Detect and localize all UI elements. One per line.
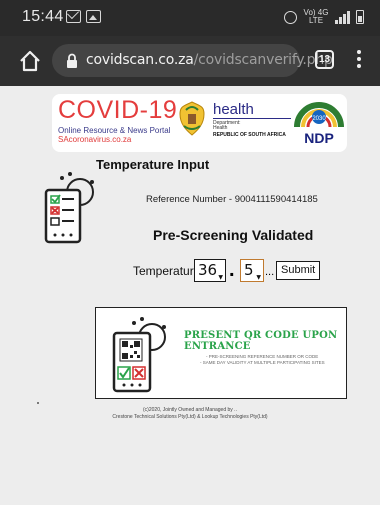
alarm-icon [284,10,297,24]
footer-copyright: (c)2020, Jointly Owned and Managed by .. [143,407,237,413]
covid-title: COVID-19 [58,96,178,124]
checklist-phone-icon [44,172,94,244]
covid-subtitle: Online Resource & News Portal [58,126,171,135]
home-icon[interactable] [18,49,42,73]
header-banner: COVID-19 Online Resource & News Portal S… [52,94,347,152]
qr-instruction-2: - SAME DAY VALIDITY AT MULTIPLE PARTICIP… [200,360,325,365]
coat-of-arms-icon [179,101,205,136]
url-host: covidscan.co.za [86,52,194,68]
submit-button[interactable]: Submit [276,261,321,280]
section-title: Temperature Input [96,157,210,172]
decimal-point: . [229,259,235,281]
stray-dot [37,402,39,404]
health-dept-line2: Health [213,125,228,131]
qr-notice-box: PRESENT QR CODE UPON ENTRANCE - PRE-SCRE… [95,307,347,399]
qr-heading: PRESENT QR CODE UPON ENTRANCE [184,330,338,352]
qr-phone-icon [112,317,166,393]
status-time: 15:44 [22,8,64,25]
ndp-logo-icon: 2030 NDP [294,102,344,146]
status-heading: Pre-Screening Validated [153,227,314,243]
notification-icons [66,10,101,23]
temperature-decimal-select[interactable]: 5 ▼ [240,259,264,282]
battery-icon [356,10,364,24]
health-divider [213,118,291,119]
url-text: covidscan.co.za/covidscanverify.php [86,52,333,68]
health-country: REPUBLIC OF SOUTH AFRICA [213,132,286,138]
health-department: Department: Health [213,121,241,131]
reference-number: Reference Number - 9004111590414185 [146,194,318,205]
health-word: health [213,101,254,118]
tabs-icon[interactable]: 13 [315,50,334,69]
footer-owners: Crestone Technical Solutions Pty(Ltd) & … [112,414,268,420]
chevron-down-icon: ▼ [256,274,261,281]
temperature-whole-select[interactable]: 36 ▼ [194,259,226,282]
covid-site: SAcoronavirus.co.za [58,135,132,144]
network-label: Vo) 4G LTE [303,8,329,25]
footer: (c)2020, Jointly Owned and Managed by ..… [0,407,380,421]
lock-icon [67,53,77,68]
mail-icon [66,10,81,23]
qr-instruction-1: - PRE-SCREENING REFERENCE NUMBER OR CODE [206,354,319,359]
signal-icon [335,10,350,24]
temperature-decimal-value: 5 [244,261,254,279]
image-icon [86,10,101,23]
ndp-year: 2030 [312,116,326,122]
status-bar: 15:44 Vo) 4G LTE [0,0,380,36]
temperature-whole-value: 36 [198,261,218,279]
chevron-down-icon: ▼ [218,274,223,281]
url-path: /covidscanverify.php [193,52,333,68]
temperature-ellipsis: ... [265,266,275,278]
system-icons: Vo) 4G LTE [284,9,364,25]
address-bar[interactable]: covidscan.co.za/covidscanverify.php [52,44,333,77]
ndp-label: NDP [304,130,334,146]
more-vert-icon[interactable] [356,50,362,72]
browser-toolbar: covidscan.co.za/covidscanverify.php 13 [0,36,380,86]
temperature-label: Temperature [133,264,201,278]
